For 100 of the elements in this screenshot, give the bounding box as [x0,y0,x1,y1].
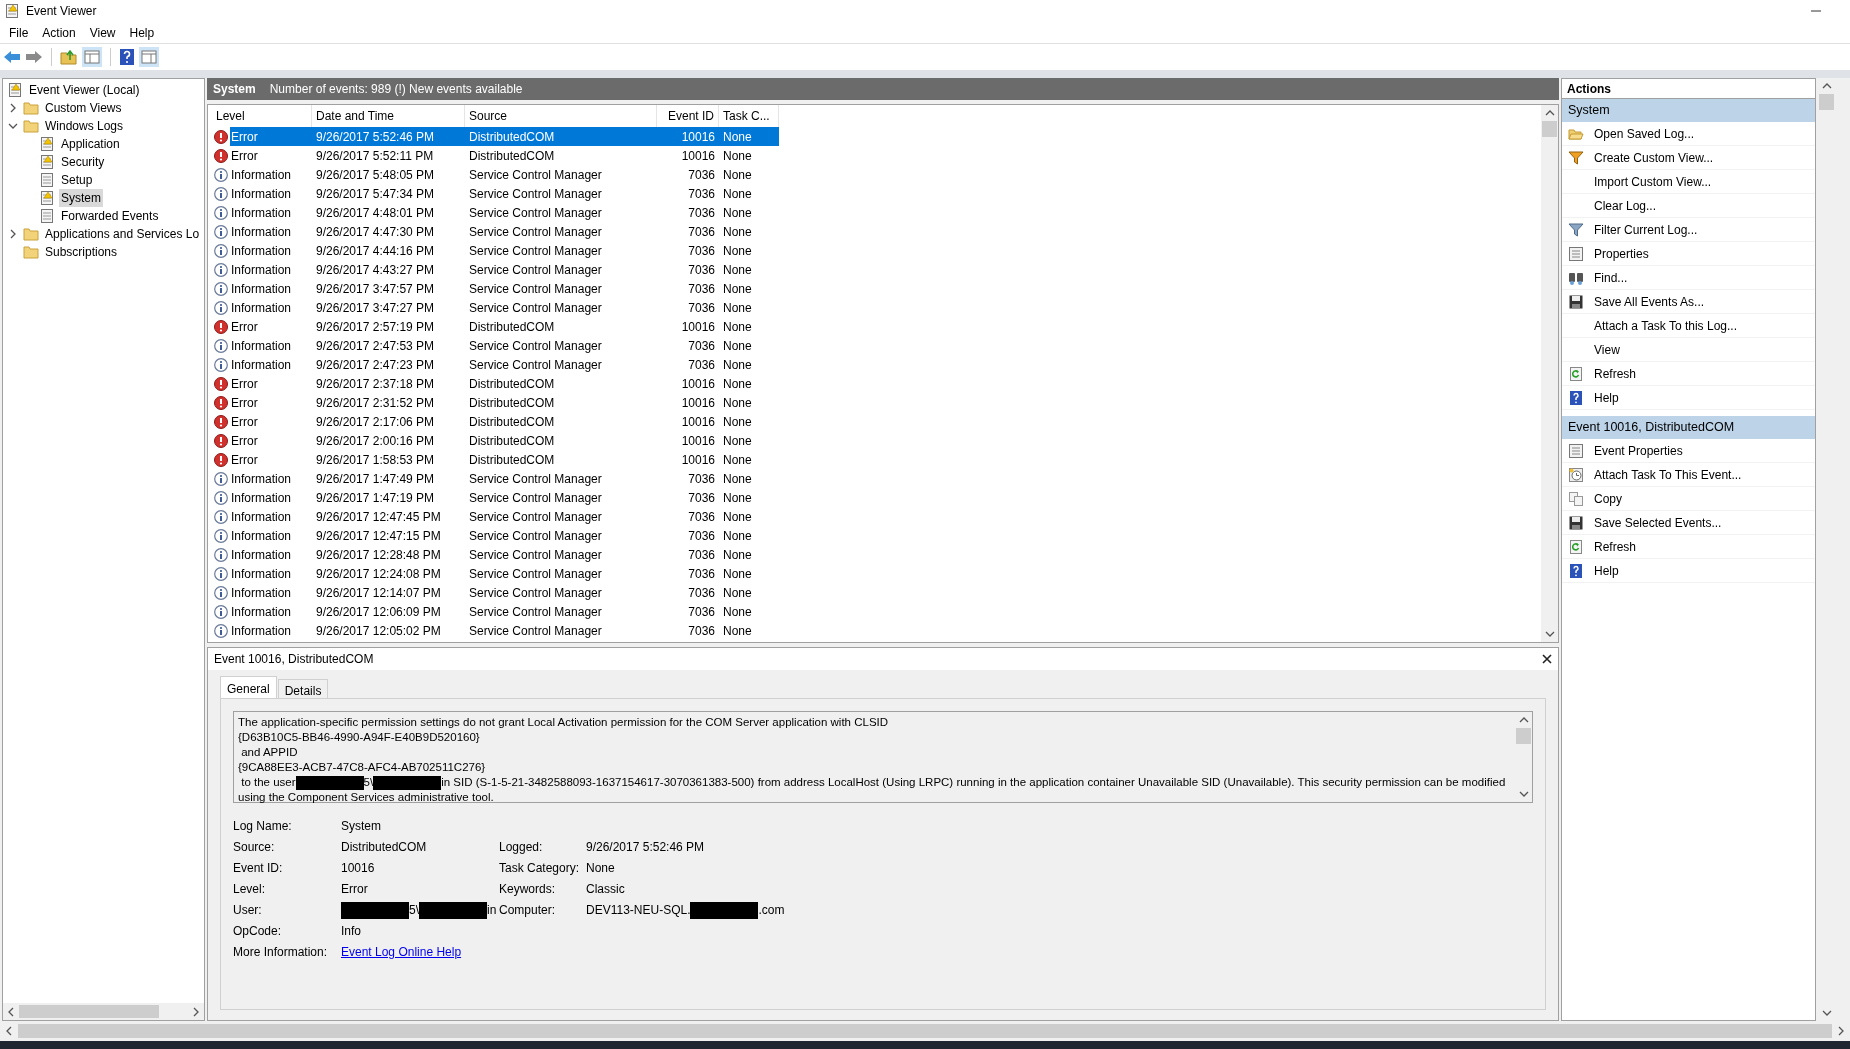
pane-link[interactable]: Help [1594,561,1619,580]
log-info: Number of events: 989 (!) New events available [269,81,523,98]
menu-item[interactable]: Action [42,23,76,42]
value-text: Error [341,881,368,898]
menu-item[interactable]: View [89,23,116,42]
table-cell-text: Service Control Manager [468,565,603,583]
event-row[interactable]: Information 9/26/2017 2:47:53 PM Service Control Manager 7036 None [230,336,779,355]
pane-link[interactable]: Refresh [1594,364,1637,383]
pane-link[interactable]: Create Custom View... [1594,148,1714,167]
event-row[interactable]: Information 9/26/2017 1:47:49 PM Service Control Manager 7036 None [230,469,779,488]
save-icon [1568,293,1584,310]
log-icon [39,172,55,188]
event-row[interactable]: Information 9/26/2017 5:48:05 PM Service Control Manager 7036 None [230,165,779,184]
table-cell-text: Service Control Manager [468,603,603,621]
section-header[interactable]: System [1562,99,1815,122]
horizontal-scrollbar[interactable] [3,1003,204,1020]
forward-arrow-icon[interactable] [25,49,43,65]
help-icon [1568,389,1584,406]
tree-item[interactable]: System [59,189,103,207]
pane-link[interactable]: Filter Current Log... [1594,220,1698,239]
event-row[interactable]: Error 9/26/2017 2:00:16 PM DistributedCOM 10016 None [230,431,779,450]
tree-item[interactable]: Applications and Services Lo [43,225,202,243]
table-cell-text: None [722,375,753,393]
event-row[interactable]: Information 9/26/2017 5:47:34 PM Service Control Manager 7036 None [230,184,779,203]
pane-link[interactable]: Import Custom View... [1594,172,1712,191]
pane-link[interactable]: Help [1594,388,1619,407]
event-row[interactable]: Information 9/26/2017 12:28:48 PM Service Control Manager 7036 None [230,545,779,564]
table-cell-text: Error [230,394,259,412]
vertical-scrollbar[interactable] [1541,105,1558,642]
pane-link[interactable]: Copy [1594,489,1622,508]
event-row[interactable]: Information 9/26/2017 4:47:30 PM Service Control Manager 7036 None [230,222,779,241]
pane-link[interactable]: Save All Events As... [1594,292,1705,311]
scroll-thumb[interactable] [1819,94,1834,110]
menu-item[interactable]: Help [129,23,155,42]
pane-link[interactable]: Clear Log... [1594,196,1657,215]
event-row[interactable]: Error 9/26/2017 5:52:46 PM DistributedCOM 10016 None [230,127,779,146]
table-cell-text: 10016 [680,375,716,393]
tree-item[interactable]: Subscriptions [43,243,120,261]
pane-link[interactable]: Properties [1594,244,1649,263]
event-row[interactable]: Information 9/26/2017 2:47:23 PM Service Control Manager 7036 None [230,355,779,374]
event-row[interactable]: Information 9/26/2017 1:47:19 PM Service Control Manager 7036 None [230,488,779,507]
event-row[interactable]: Information 9/26/2017 4:48:01 PM Service Control Manager 7036 None [230,203,779,222]
tree-item[interactable]: Application [59,135,122,153]
pane-link[interactable]: Attach Task To This Event... [1594,465,1742,484]
up-folder-icon[interactable] [60,48,78,66]
scroll-down-icon [1544,629,1555,639]
tree-item[interactable]: Forwarded Events [59,207,161,225]
close-icon[interactable] [1542,654,1552,664]
pane-link[interactable]: Event Properties [1594,441,1683,460]
event-row[interactable]: Information 9/26/2017 12:47:45 PM Service Control Manager 7036 None [230,507,779,526]
scroll-thumb[interactable] [19,1005,159,1018]
table-cell-text: None [722,508,753,526]
scroll-down-icon [1821,1008,1832,1018]
scroll-up-icon [1518,715,1529,725]
event-row[interactable]: Error 9/26/2017 2:37:18 PM DistributedCOM 10016 None [230,374,779,393]
tree-item[interactable]: Custom Views [43,99,124,117]
pane-link[interactable]: Find... [1594,268,1628,287]
pane-link[interactable]: Attach a Task To this Log... [1594,316,1737,335]
event-row[interactable]: Information 9/26/2017 12:47:15 PM Service Control Manager 7036 None [230,526,779,545]
scroll-thumb[interactable] [18,1024,1832,1038]
pane-link[interactable]: Open Saved Log... [1594,124,1695,143]
actions-pane-toggle-icon[interactable] [139,47,159,67]
event-row[interactable]: Error 9/26/2017 1:58:53 PM DistributedCOM 10016 None [230,450,779,469]
table-cell-text: Information [230,204,293,222]
pane-link[interactable]: Save Selected Events... [1594,513,1722,532]
value-text: .com [758,902,785,919]
help-link[interactable]: Event Log Online Help [341,943,462,961]
error-icon [214,395,228,410]
event-row[interactable]: Error 9/26/2017 2:17:06 PM DistributedCOM 10016 None [230,412,779,431]
event-row[interactable]: Information 9/26/2017 12:14:07 PM Service Control Manager 7036 None [230,583,779,602]
tree-item[interactable]: Windows Logs [43,117,126,135]
event-row[interactable]: Information 9/26/2017 4:44:16 PM Service Control Manager 7036 None [230,241,779,260]
help-icon[interactable] [119,48,135,66]
horizontal-scrollbar[interactable] [0,1021,1850,1041]
table-cell-text: Service Control Manager [468,261,603,279]
event-row[interactable]: Error 9/26/2017 5:52:11 PM DistributedCOM 10016 None [230,146,779,165]
event-row[interactable]: Error 9/26/2017 2:57:19 PM DistributedCOM 10016 None [230,317,779,336]
pane-link[interactable]: Refresh [1594,537,1637,556]
event-row[interactable]: Information 9/26/2017 4:43:27 PM Service Control Manager 7036 None [230,260,779,279]
scroll-thumb[interactable] [1542,121,1557,137]
event-row[interactable]: Information 9/26/2017 3:47:57 PM Service Control Manager 7036 None [230,279,779,298]
event-row[interactable]: Information 9/26/2017 12:06:09 PM Service Control Manager 7036 None [230,602,779,621]
tree-item[interactable]: Security [59,153,107,171]
back-arrow-icon[interactable] [3,49,21,65]
table-cell-text: Information [230,223,293,241]
table-cell-text: None [722,413,753,431]
tab[interactable]: General [220,676,277,698]
table-cell-text: 9/26/2017 2:47:53 PM [315,337,436,355]
event-row[interactable]: Error 9/26/2017 2:31:52 PM DistributedCOM 10016 None [230,393,779,412]
event-row[interactable]: Information 9/26/2017 3:47:27 PM Service Control Manager 7036 None [230,298,779,317]
event-row[interactable]: Information 9/26/2017 12:05:02 PM Service Control Manager 7036 None [230,621,779,640]
tree-item[interactable]: Setup [59,171,95,189]
menu-item[interactable]: File [9,23,29,42]
tab[interactable]: Details [277,679,329,698]
event-row[interactable]: Information 9/26/2017 12:24:08 PM Service Control Manager 7036 None [230,564,779,583]
pane-link[interactable]: View [1594,340,1620,359]
pane-toggle-icon[interactable] [82,47,102,67]
scroll-thumb[interactable] [1516,728,1531,744]
tree-item[interactable]: Event Viewer (Local) [27,81,142,99]
section-header[interactable]: Event 10016, DistributedCOM [1562,416,1815,439]
